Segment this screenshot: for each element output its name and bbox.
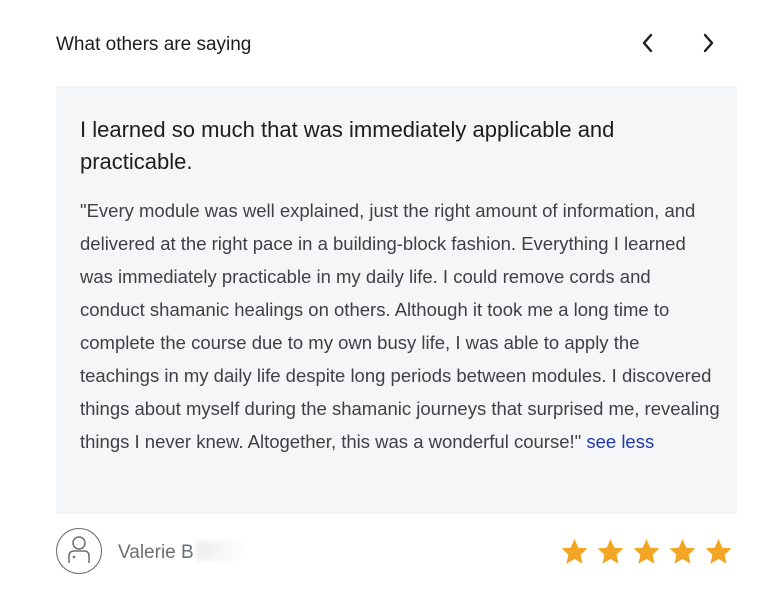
next-button[interactable] — [693, 30, 723, 60]
reviewer-name: Valerie B — [118, 542, 194, 563]
review-body: "Every module was well explained, just t… — [80, 200, 720, 452]
chevron-left-icon — [640, 33, 656, 58]
see-less-link[interactable]: see less — [586, 431, 654, 452]
user-avatar-icon — [65, 534, 93, 569]
star-icon — [560, 538, 589, 566]
review-footer: Valerie B — [56, 528, 737, 578]
review-card: I learned so much that was immediately a… — [56, 86, 737, 514]
star-icon — [668, 538, 697, 566]
chevron-right-icon — [700, 33, 716, 58]
testimonials-header: What others are saying — [56, 30, 737, 60]
review-title: I learned so much that was immediately a… — [80, 117, 615, 174]
reviewer-name-wrap: Valerie B — [118, 541, 242, 564]
avatar — [56, 528, 102, 574]
star-icon — [632, 538, 661, 566]
review-text: "Every module was well explained, just t… — [80, 194, 720, 458]
name-redaction — [195, 541, 242, 561]
star-icon — [596, 538, 625, 566]
previous-button[interactable] — [633, 30, 663, 60]
star-icon — [704, 538, 733, 566]
star-rating — [560, 538, 733, 566]
section-title: What others are saying — [56, 34, 252, 55]
